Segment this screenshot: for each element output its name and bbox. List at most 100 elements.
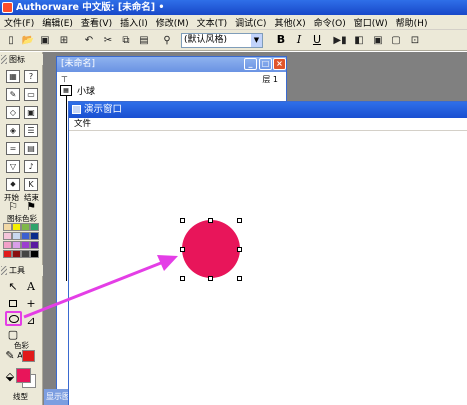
icon-color-swatch[interactable] xyxy=(12,250,21,258)
undo-icon[interactable]: ↶ xyxy=(82,33,96,47)
menu-other[interactable]: 其他(X) xyxy=(270,16,309,29)
grip-icon[interactable] xyxy=(1,55,7,64)
save-icon[interactable]: ▣ xyxy=(38,33,52,47)
maximize-icon[interactable]: □ xyxy=(259,58,272,70)
selection-handle[interactable] xyxy=(208,276,213,281)
icon-color-swatch[interactable] xyxy=(3,250,12,258)
calculation-icon[interactable]: = xyxy=(6,142,20,155)
presentation-window-title: 演示窗口 xyxy=(84,104,123,115)
foreground-color-swatch[interactable] xyxy=(22,350,35,362)
selection-handle[interactable] xyxy=(237,247,242,252)
menu-command[interactable]: 命令(O) xyxy=(310,16,350,29)
icon-color-swatch[interactable] xyxy=(12,241,21,249)
paste-icon[interactable]: ▤ xyxy=(137,33,151,47)
icon-color-swatch[interactable] xyxy=(30,241,39,249)
bold-button[interactable]: B xyxy=(274,33,288,47)
icon-color-swatch[interactable] xyxy=(21,250,30,258)
ball-circle[interactable] xyxy=(182,220,240,278)
icon-color-swatch[interactable] xyxy=(3,223,12,231)
display-window-tab-label: 显示图 xyxy=(46,392,68,401)
end-flag-icon[interactable]: ⚑ xyxy=(24,200,38,213)
start-flag-icon[interactable]: ⚐ xyxy=(6,200,20,213)
movie-icon[interactable]: ▽ xyxy=(6,160,20,173)
icon-color-swatch[interactable] xyxy=(21,232,30,240)
italic-button[interactable]: I xyxy=(292,33,306,47)
import-icon[interactable]: ⊞ xyxy=(57,33,71,47)
pointer-tool-icon[interactable]: ↖ xyxy=(6,280,20,293)
decision-icon[interactable]: ◈ xyxy=(6,124,20,137)
find-icon[interactable]: ⚲ xyxy=(160,33,174,47)
control-panel-icon[interactable]: ◧ xyxy=(352,33,366,47)
framework-icon[interactable]: ▣ xyxy=(24,106,38,119)
menu-edit[interactable]: 编辑(E) xyxy=(38,16,77,29)
function-icon[interactable]: ▣ xyxy=(371,33,385,47)
line-tool-icon[interactable]: + xyxy=(24,297,38,310)
interaction-icon[interactable]: ☰ xyxy=(24,124,38,137)
icon-palette: 图标 ▦ ? ✎ ▭ ◇ ▣ ◈ ☰ = ▤ ▽ ♪ ◆ K 开始 结束 ⚐ ⚑… xyxy=(0,52,43,405)
sound-icon[interactable]: ♪ xyxy=(24,160,38,173)
menu-debug[interactable]: 调试(C) xyxy=(231,16,270,29)
map-icon[interactable]: ▤ xyxy=(24,142,38,155)
menu-view[interactable]: 查看(V) xyxy=(77,16,116,29)
selection-handle[interactable] xyxy=(237,218,242,223)
app-icon xyxy=(2,2,13,13)
rectangle-tool-icon[interactable] xyxy=(6,297,20,310)
open-folder-icon[interactable]: 📂 xyxy=(21,33,35,47)
polygon-tool-icon[interactable]: ⊿ xyxy=(24,314,38,327)
fill-bucket-icon[interactable]: ⬙ xyxy=(3,370,17,383)
menu-file[interactable]: 文件(F) xyxy=(0,16,38,29)
selection-handle[interactable] xyxy=(180,218,185,223)
presentation-window-titlebar[interactable]: 演示窗口 xyxy=(69,102,467,118)
minimize-icon[interactable]: _ xyxy=(244,58,257,70)
selection-handle[interactable] xyxy=(180,247,185,252)
icon-color-swatch[interactable] xyxy=(3,241,12,249)
icon-color-swatch[interactable] xyxy=(30,223,39,231)
new-file-icon[interactable]: ▯ xyxy=(4,33,18,47)
navigate-icon[interactable]: ◇ xyxy=(6,106,20,119)
wait-icon[interactable]: ▭ xyxy=(24,88,38,101)
icon-color-swatch[interactable] xyxy=(21,241,30,249)
style-select[interactable]: (默认风格) ▼ xyxy=(181,33,263,48)
icon-color-swatch[interactable] xyxy=(12,223,21,231)
display-window-tab[interactable]: 显示图 xyxy=(44,389,68,405)
text-tool-icon[interactable]: A xyxy=(24,280,38,293)
copy-icon[interactable]: ⧉ xyxy=(119,33,133,47)
icon-color-swatch[interactable] xyxy=(30,250,39,258)
flowline-window-titlebar[interactable]: [未命名] _ □ × xyxy=(57,57,286,72)
menu-window[interactable]: 窗口(W) xyxy=(350,16,392,29)
knowledge-object-palette-icon[interactable]: K xyxy=(24,178,38,191)
variable-icon[interactable]: ▢ xyxy=(389,33,403,47)
tools-header-label: 工具 xyxy=(9,266,25,275)
grip-icon[interactable] xyxy=(1,266,7,275)
menu-text[interactable]: 文本(T) xyxy=(193,16,232,29)
icon-color-swatch[interactable] xyxy=(3,232,12,240)
menu-help[interactable]: 帮助(H) xyxy=(392,16,432,29)
fill-foreground-swatch[interactable] xyxy=(16,368,31,383)
knowledge-object-icon[interactable]: ⊡ xyxy=(408,33,422,47)
selection-handle[interactable] xyxy=(208,218,213,223)
presentation-menu-file[interactable]: 文件 xyxy=(74,119,91,129)
display-icon-on-flowline[interactable]: ▦ xyxy=(60,85,72,96)
chevron-down-icon[interactable]: ▼ xyxy=(251,34,262,47)
selection-handle[interactable] xyxy=(237,276,242,281)
icon-color-swatch[interactable] xyxy=(12,232,21,240)
flow-icon-label[interactable]: 小球 xyxy=(77,84,95,97)
icon-color-swatch[interactable] xyxy=(21,223,30,231)
erase-icon[interactable]: ✎ xyxy=(6,88,20,101)
display-icon[interactable]: ▦ xyxy=(6,70,20,83)
video-icon[interactable]: ◆ xyxy=(6,178,20,191)
icon-color-swatch[interactable] xyxy=(30,232,39,240)
cut-icon[interactable]: ✂ xyxy=(101,33,115,47)
presentation-canvas[interactable] xyxy=(69,131,467,405)
underline-button[interactable]: U xyxy=(310,33,324,47)
layer-label: 层 1 xyxy=(262,75,278,84)
selection-handle[interactable] xyxy=(180,276,185,281)
menu-insert[interactable]: 插入(I) xyxy=(116,16,152,29)
close-icon[interactable]: × xyxy=(273,58,286,70)
window-icon xyxy=(72,105,81,114)
play-icon[interactable]: ▶▮ xyxy=(333,33,347,47)
menu-modify[interactable]: 修改(M) xyxy=(152,16,193,29)
ellipse-tool-icon[interactable] xyxy=(5,311,22,326)
tools-header: 工具 xyxy=(0,265,43,276)
motion-icon[interactable]: ? xyxy=(24,70,38,83)
